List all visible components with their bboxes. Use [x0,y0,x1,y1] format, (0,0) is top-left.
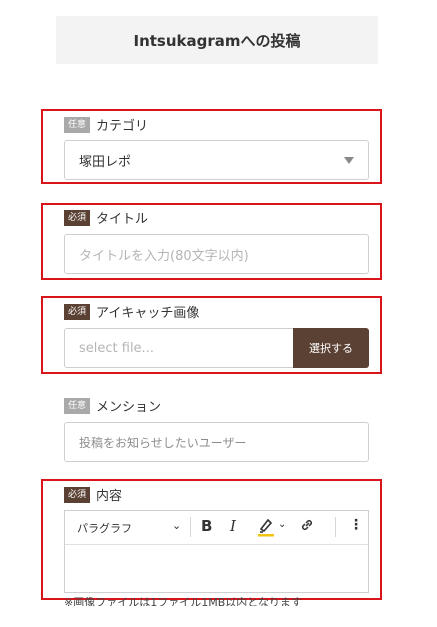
eyecatch-label-row: 必須 アイキャッチ画像 [64,302,199,321]
more-options-icon[interactable]: ⋮ [349,517,363,533]
rich-text-editor: パラグラフ ⌄ B I ⌄ ⋮ [64,510,369,593]
editor-toolbar: パラグラフ ⌄ B I ⌄ ⋮ [65,511,368,545]
chevron-down-icon[interactable]: ⌄ [278,519,286,530]
optional-badge: 任意 [64,116,91,133]
title-label: タイトル [96,212,149,227]
mention-input-placeholder: 投稿をお知らせしたいユーザー [79,435,247,450]
mention-input[interactable]: 投稿をお知らせしたいユーザー [64,422,369,462]
category-label-row: 任意 カテゴリ [64,115,148,134]
paragraph-dropdown[interactable]: パラグラフ [77,520,132,536]
chevron-down-icon[interactable]: ⌄ [172,519,181,532]
file-input-placeholder: select file... [79,340,154,356]
eyecatch-file-picker: select file... 選択する [64,328,369,368]
toolbar-divider [335,517,336,537]
required-badge: 必須 [64,303,91,320]
caret-down-icon [344,157,354,164]
page-header: Intsukagramへの投稿 [56,16,378,64]
link-icon[interactable] [300,517,314,537]
content-label-row: 必須 内容 [64,485,122,504]
title-label-row: 必須 タイトル [64,208,148,227]
italic-button[interactable]: I [230,517,236,535]
category-label: カテゴリ [96,119,149,134]
category-select-value: 塚田レポ [79,154,132,170]
content-label: 内容 [96,489,123,504]
mention-label: メンション [96,400,162,415]
toolbar-divider [190,517,191,537]
select-file-button[interactable]: 選択する [293,328,369,368]
title-input[interactable]: タイトルを入力(80文字以内) [64,234,369,274]
category-select[interactable]: 塚田レポ [64,140,369,180]
optional-badge: 任意 [64,397,91,414]
editor-body[interactable] [65,545,368,593]
highlight-icon[interactable] [257,517,275,537]
required-badge: 必須 [64,209,91,226]
page-title: Intsukagramへの投稿 [133,31,301,50]
title-input-placeholder: タイトルを入力(80文字以内) [79,248,249,264]
bold-button[interactable]: B [201,517,212,535]
file-size-note: ※画像ファイルは1ファイル1MB以内となります [64,597,302,606]
mention-label-row: 任意 メンション [64,396,161,415]
file-name-input[interactable]: select file... [64,328,293,368]
eyecatch-label: アイキャッチ画像 [96,306,200,321]
required-badge: 必須 [64,486,91,503]
